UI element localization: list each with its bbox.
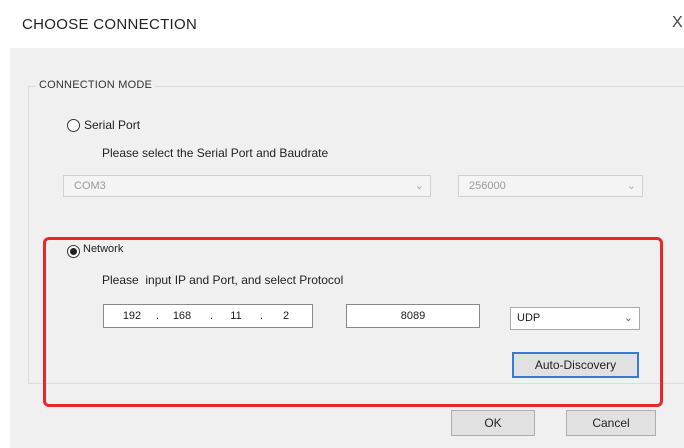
cancel-button[interactable]: Cancel — [566, 410, 656, 436]
network-highlight-box — [43, 237, 663, 407]
baudrate-value: 256000 — [469, 180, 506, 192]
title-bar: CHOOSE CONNECTION X — [0, 0, 684, 48]
serial-port-radio-label[interactable]: Serial Port — [84, 118, 140, 132]
chevron-down-icon: ⌄ — [414, 180, 424, 192]
serial-port-value: COM3 — [74, 180, 106, 192]
serial-port-select[interactable]: COM3 ⌄ — [63, 175, 431, 197]
close-icon[interactable]: X — [672, 14, 683, 32]
cancel-label: Cancel — [592, 416, 630, 430]
baudrate-select[interactable]: 256000 ⌄ — [458, 175, 643, 197]
ok-label: OK — [484, 416, 502, 430]
serial-port-radio[interactable] — [67, 119, 80, 132]
window-title: CHOOSE CONNECTION — [22, 16, 198, 33]
serial-port-hint: Please select the Serial Port and Baudra… — [102, 146, 329, 160]
ok-button[interactable]: OK — [451, 410, 535, 436]
chevron-down-icon: ⌄ — [626, 180, 636, 192]
connection-mode-legend: CONNECTION MODE — [36, 79, 155, 91]
